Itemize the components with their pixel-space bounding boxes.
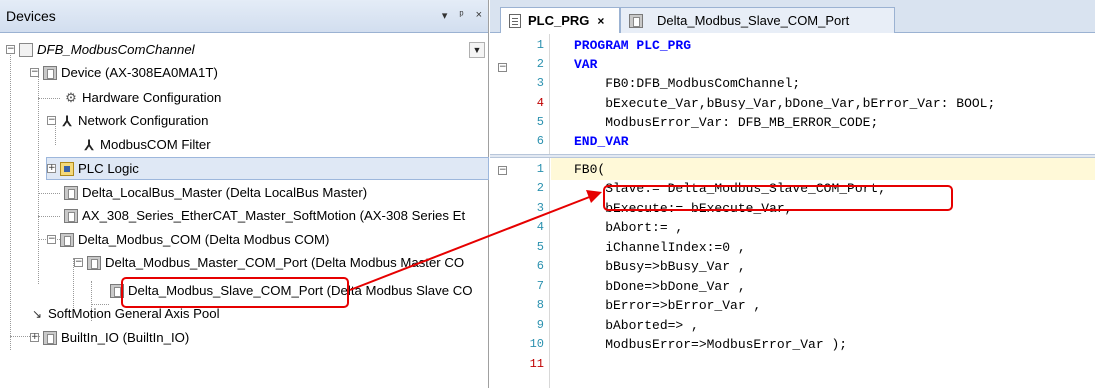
project-icon — [19, 42, 33, 57]
tab-label: Delta_Modbus_Slave_COM_Port — [657, 13, 850, 28]
devices-panel-header: Devices ▾ ᵖ × — [0, 0, 488, 33]
tree-item-label: Delta_Modbus_Master_COM_Port (Delta Modb… — [105, 255, 465, 270]
tree-item-label: Device (AX-308EA0MA1T) — [61, 65, 218, 80]
code-line: bAborted=> , — [574, 318, 699, 333]
line-number: 1 — [536, 162, 544, 176]
code-line: END_VAR — [574, 134, 629, 149]
line-number: 1 — [536, 38, 544, 52]
line-number: 5 — [536, 240, 544, 254]
close-tab-icon[interactable]: × — [597, 14, 604, 28]
device-icon — [64, 185, 78, 200]
device-icon — [43, 330, 57, 345]
network-icon: ⅄ — [84, 136, 94, 153]
line-number: 7 — [536, 279, 544, 293]
tree-item-project[interactable]: − DFB_ModbusComChannel — [6, 38, 456, 61]
tree-item-label: Delta_LocalBus_Master (Delta LocalBus Ma… — [82, 185, 368, 200]
tree-item-modbus-master-com-port[interactable]: − Delta_Modbus_Master_COM_Port (Delta Mo… — [74, 251, 464, 274]
tree-item-label: BuiltIn_IO (BuiltIn_IO) — [61, 330, 190, 345]
code-line: ModbusError=>ModbusError_Var ); — [574, 337, 848, 352]
tab-label: PLC_PRG — [528, 13, 590, 28]
collapse-icon[interactable]: − — [74, 258, 83, 267]
code-line: bExecute_Var,bBusy_Var,bDone_Var,bError_… — [574, 96, 996, 111]
device-icon — [629, 13, 643, 28]
collapse-icon[interactable]: − — [47, 235, 56, 244]
document-icon — [509, 13, 521, 28]
collapse-icon[interactable]: − — [30, 68, 39, 77]
line-number: 2 — [536, 181, 544, 195]
collapse-icon[interactable]: − — [6, 45, 15, 54]
code-line: bBusy=>bBusy_Var , — [574, 259, 746, 274]
line-number: 8 — [536, 298, 544, 312]
tree-dropdown-button[interactable]: ▼ — [469, 42, 485, 58]
code-line: PROGRAM PLC_PRG — [574, 38, 692, 53]
line-number: 5 — [536, 115, 544, 129]
network-icon: ⅄ — [62, 112, 72, 129]
code-line: FB0:DFB_ModbusComChannel; — [574, 76, 801, 91]
device-icon — [87, 255, 101, 270]
line-number: 11 — [529, 357, 544, 371]
collapse-icon[interactable]: − — [47, 116, 56, 125]
code-line: ModbusError_Var: DFB_MB_ERROR_CODE; — [574, 115, 879, 130]
tree-item-label: DFB_ModbusComChannel — [37, 42, 195, 57]
tree-item-modbus-com[interactable]: − Delta_Modbus_COM (Delta Modbus COM) — [47, 228, 329, 251]
declaration-pane[interactable]: − 1 2 3 4 5 6 PROGRAM PLC_PRG VAR FB0:DF… — [490, 34, 1095, 154]
code-line: iChannelIndex:=0 , — [574, 240, 746, 255]
code-line: bDone=>bDone_Var , — [574, 279, 746, 294]
line-number: 6 — [536, 259, 544, 273]
fold-toggle-icon[interactable]: − — [498, 166, 507, 175]
code-line: VAR — [574, 57, 598, 72]
tree-item-label: ModbusCOM Filter — [100, 137, 211, 152]
line-number: 2 — [536, 57, 544, 71]
tree-item-plc-logic[interactable]: + PLC Logic — [46, 157, 489, 180]
tree-item-label: PLC Logic — [78, 161, 139, 176]
panel-menu-dropdown-icon[interactable]: ▾ — [442, 9, 448, 22]
tree-item-builtin-io[interactable]: + BuiltIn_IO (BuiltIn_IO) — [30, 326, 189, 349]
devices-panel-title: Devices — [6, 8, 56, 24]
line-number: 4 — [536, 220, 544, 234]
code-line: bAbort:= , — [574, 220, 684, 235]
close-panel-icon[interactable]: × — [476, 9, 482, 22]
devices-panel: Devices ▾ ᵖ × − DFB_ModbusComChannel ▼ −… — [0, 0, 489, 388]
tab-plc-prg[interactable]: PLC_PRG × — [500, 7, 620, 33]
line-number: 3 — [536, 201, 544, 215]
tab-delta-modbus-slave-com-port[interactable]: Delta_Modbus_Slave_COM_Port — [620, 7, 895, 33]
slave-parameter-highlight-box — [603, 185, 953, 211]
device-icon — [64, 208, 78, 223]
editor-tab-bar: PLC_PRG × Delta_Modbus_Slave_COM_Port — [490, 0, 1095, 33]
tree-item-label: Hardware Configuration — [82, 90, 222, 105]
device-tree: − DFB_ModbusComChannel ▼ − Device (AX-30… — [0, 36, 489, 388]
line-number: 10 — [529, 337, 544, 351]
code-line: bError=>bError_Var , — [574, 298, 762, 313]
tree-item-label: Delta_Modbus_COM (Delta Modbus COM) — [78, 232, 330, 247]
plc-logic-icon — [60, 161, 74, 176]
tree-item-hardware-configuration[interactable]: ⚙ Hardware Configuration — [64, 86, 221, 109]
device-icon — [60, 232, 74, 247]
line-number: 4 — [536, 96, 544, 110]
tree-item-modbuscom-filter[interactable]: ⅄ ModbusCOM Filter — [82, 133, 211, 156]
line-number: 9 — [536, 318, 544, 332]
axis-pool-icon: ↘ — [31, 306, 43, 321]
line-number: 6 — [536, 134, 544, 148]
fold-toggle-icon[interactable]: − — [498, 63, 507, 72]
tree-item-label: Network Configuration — [78, 113, 209, 128]
code-line: FB0( — [574, 162, 606, 177]
slave-port-highlight-box — [121, 277, 349, 308]
tree-item-label: AX_308_Series_EtherCAT_Master_SoftMotion… — [82, 208, 466, 223]
device-icon — [43, 65, 57, 80]
expand-icon[interactable]: + — [30, 333, 39, 342]
tree-item-localbus-master[interactable]: Delta_LocalBus_Master (Delta LocalBus Ma… — [64, 181, 367, 204]
pin-icon[interactable]: ᵖ — [459, 9, 463, 22]
tree-item-device[interactable]: − Device (AX-308EA0MA1T) — [30, 61, 218, 84]
line-number: 3 — [536, 76, 544, 90]
current-line-highlight — [551, 158, 1095, 180]
tree-item-ethercat-master[interactable]: AX_308_Series_EtherCAT_Master_SoftMotion… — [64, 204, 465, 227]
wrench-gear-icon: ⚙ — [65, 89, 77, 105]
tree-item-label: SoftMotion General Axis Pool — [48, 306, 220, 321]
expand-icon[interactable]: + — [47, 164, 56, 173]
tree-item-network-configuration[interactable]: − ⅄ Network Configuration — [47, 109, 208, 132]
